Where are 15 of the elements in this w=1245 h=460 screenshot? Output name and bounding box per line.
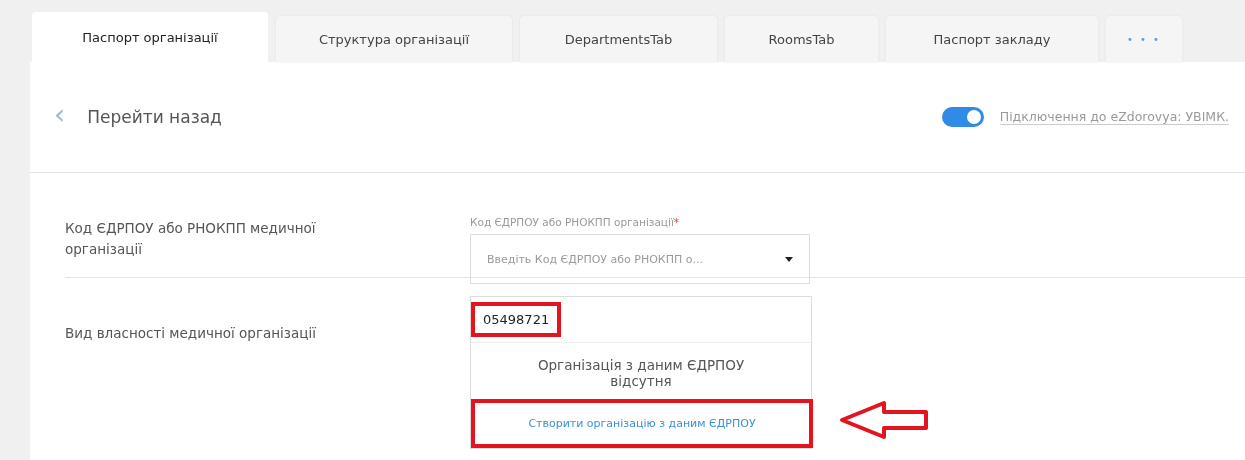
tab[interactable]: Паспорт організації [32,12,268,62]
toggle-switch[interactable] [941,107,984,127]
tab[interactable]: Структура організації [276,16,512,62]
tab[interactable]: Паспорт закладу [886,16,1098,62]
form-label: Вид власності медичної організації [65,324,317,343]
form-label: Код ЄДРПОУ або РНОКПП медичної організації [65,219,317,259]
tab[interactable]: RoomsTab [725,16,878,62]
toggle-label: Підключення до eZdorovya: УВІМК. [999,109,1229,125]
empty-message: Організація з даним ЄДРПОУ відсутня [536,356,746,391]
caret-icon [785,256,793,262]
field-label: Код ЄДРПОУ або РНОКПП організації* [470,216,681,228]
create-option[interactable]: Створити організацію з даним ЄДРПОУ [471,399,813,448]
search-input[interactable]: 05498721 [471,302,562,337]
tab[interactable]: DepartmentsTab [520,16,717,62]
required-mark: * [673,216,680,228]
